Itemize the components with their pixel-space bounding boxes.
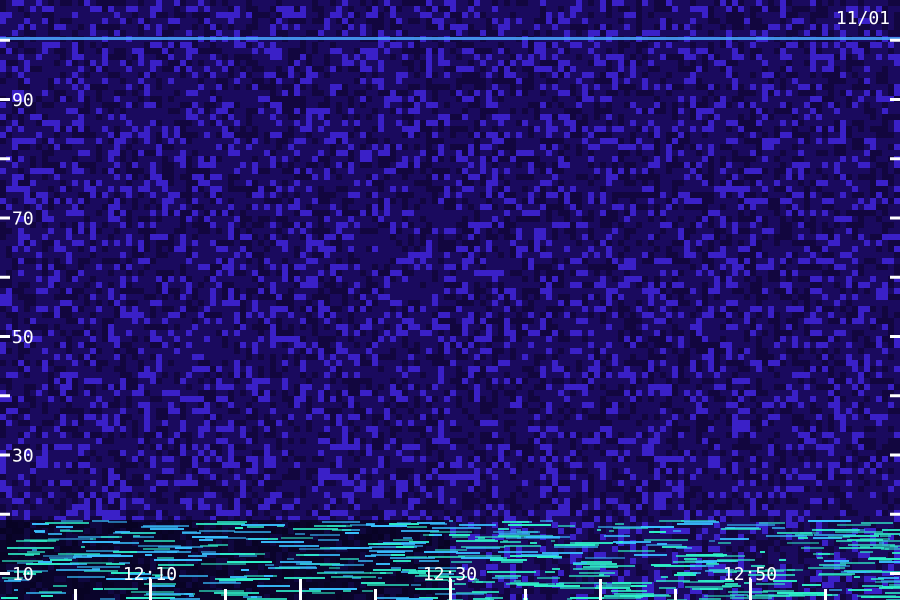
y-tick-right <box>890 98 900 101</box>
y-tick-right <box>890 275 900 279</box>
y-tick-right <box>890 572 900 575</box>
spectrogram-chart: 10 30 50 70 90 12:10 12:30 12:50 11/01 <box>0 0 900 600</box>
x-tick-label: 12:30 <box>423 564 477 585</box>
x-tick <box>224 589 227 600</box>
x-tick <box>524 589 527 600</box>
y-tick-left <box>0 572 10 575</box>
x-tick <box>74 589 77 600</box>
y-tick-label: 10 <box>12 564 34 585</box>
y-tick-left <box>0 453 10 457</box>
x-tick <box>599 579 602 600</box>
x-tick-label: 12:50 <box>723 564 777 585</box>
y-tick-label: 50 <box>12 327 34 348</box>
y-tick-right <box>890 512 900 516</box>
x-tick <box>824 589 827 600</box>
y-tick-right <box>890 38 900 42</box>
y-tick-left <box>0 157 10 161</box>
y-tick-left <box>0 275 10 279</box>
y-tick-left <box>0 38 10 42</box>
y-tick-left <box>0 335 10 338</box>
y-tick-label: 30 <box>12 446 34 467</box>
horizontal-signal-line <box>0 37 900 40</box>
y-tick-right <box>890 394 900 398</box>
y-tick-left <box>0 98 10 101</box>
x-tick <box>674 589 677 600</box>
y-tick-right <box>890 453 900 457</box>
y-tick-right <box>890 335 900 338</box>
y-tick-left <box>0 216 10 220</box>
y-tick-label: 70 <box>12 209 34 230</box>
y-tick-label: 90 <box>12 90 34 111</box>
y-tick-right <box>890 216 900 220</box>
y-tick-left <box>0 394 10 398</box>
date-label: 11/01 <box>836 8 890 29</box>
x-tick <box>299 579 302 600</box>
spectrogram-noise <box>0 0 900 600</box>
y-tick-left <box>0 512 10 516</box>
x-tick <box>374 589 377 600</box>
x-tick-label: 12:10 <box>123 564 177 585</box>
y-tick-right <box>890 157 900 161</box>
